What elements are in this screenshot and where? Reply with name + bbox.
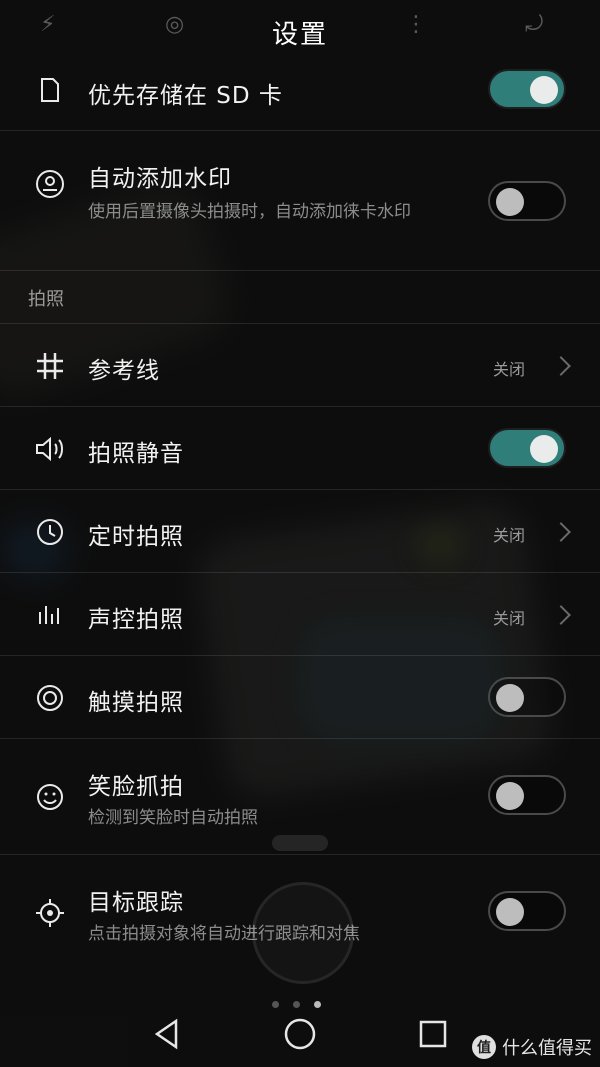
smile-icon [30,777,70,817]
touch-shutter-toggle[interactable] [488,677,566,717]
setting-label: 笑脸抓拍 [88,774,184,800]
shutter-mute-toggle[interactable] [488,428,566,468]
brand-text: 什么值得买 [502,1038,592,1059]
setting-label: 触摸拍照 [88,690,184,716]
setting-label: 拍照静音 [88,441,184,467]
sd-card-icon [30,70,70,110]
target-circle-icon [30,678,70,718]
brand-watermark: 值 什么值得买 [472,1034,592,1060]
brand-logo: 值 [472,1035,496,1059]
drag-handle[interactable] [272,835,328,851]
setting-description: 使用后置摄像头拍摄时，自动添加徕卡水印 [88,202,411,222]
shutter-button[interactable] [252,882,354,984]
section-title: 拍照 [28,289,64,310]
grid-icon [30,346,70,386]
home-icon[interactable] [275,1012,325,1056]
recents-icon[interactable] [408,1012,458,1056]
setting-value: 关闭 [492,360,525,379]
setting-value: 关闭 [492,609,525,628]
object-tracking-toggle[interactable] [488,891,566,931]
setting-label: 定时拍照 [88,524,184,550]
setting-timer[interactable]: 定时拍照 关闭 [0,490,600,573]
setting-voice-shutter[interactable]: 声控拍照 关闭 [0,573,600,656]
speaker-icon [30,429,70,469]
setting-touch-shutter[interactable]: 触摸拍照 [0,656,600,739]
setting-label: 自动添加水印 [88,166,232,192]
setting-label: 声控拍照 [88,607,184,633]
crosshair-icon [30,893,70,933]
setting-value: 关闭 [492,526,525,545]
audio-bars-icon [30,595,70,635]
clock-icon [30,512,70,552]
page-title: 设置 [271,20,328,50]
settings-list: 优先存储在 SD 卡 自动添加水印 使用后置摄像头拍摄时，自动添加徕卡水印 拍照… [0,49,600,971]
chevron-right-icon [551,356,571,376]
back-icon[interactable] [142,1012,192,1056]
setting-label: 优先存储在 SD 卡 [88,83,283,109]
auto-watermark-toggle[interactable] [488,181,566,221]
smile-capture-toggle[interactable] [488,775,566,815]
setting-sd-storage[interactable]: 优先存储在 SD 卡 [0,49,600,131]
chevron-right-icon [551,522,571,542]
stamp-icon [30,164,70,204]
sd-storage-toggle[interactable] [488,69,566,109]
setting-label: 目标跟踪 [88,890,184,916]
chevron-right-icon [551,605,571,625]
setting-shutter-mute[interactable]: 拍照静音 [0,407,600,490]
section-header-photo: 拍照 [0,271,600,324]
setting-description: 检测到笑脸时自动拍照 [88,808,258,828]
setting-label: 参考线 [88,358,160,384]
setting-grid-lines[interactable]: 参考线 关闭 [0,324,600,407]
setting-auto-watermark[interactable]: 自动添加水印 使用后置摄像头拍摄时，自动添加徕卡水印 [0,131,600,271]
